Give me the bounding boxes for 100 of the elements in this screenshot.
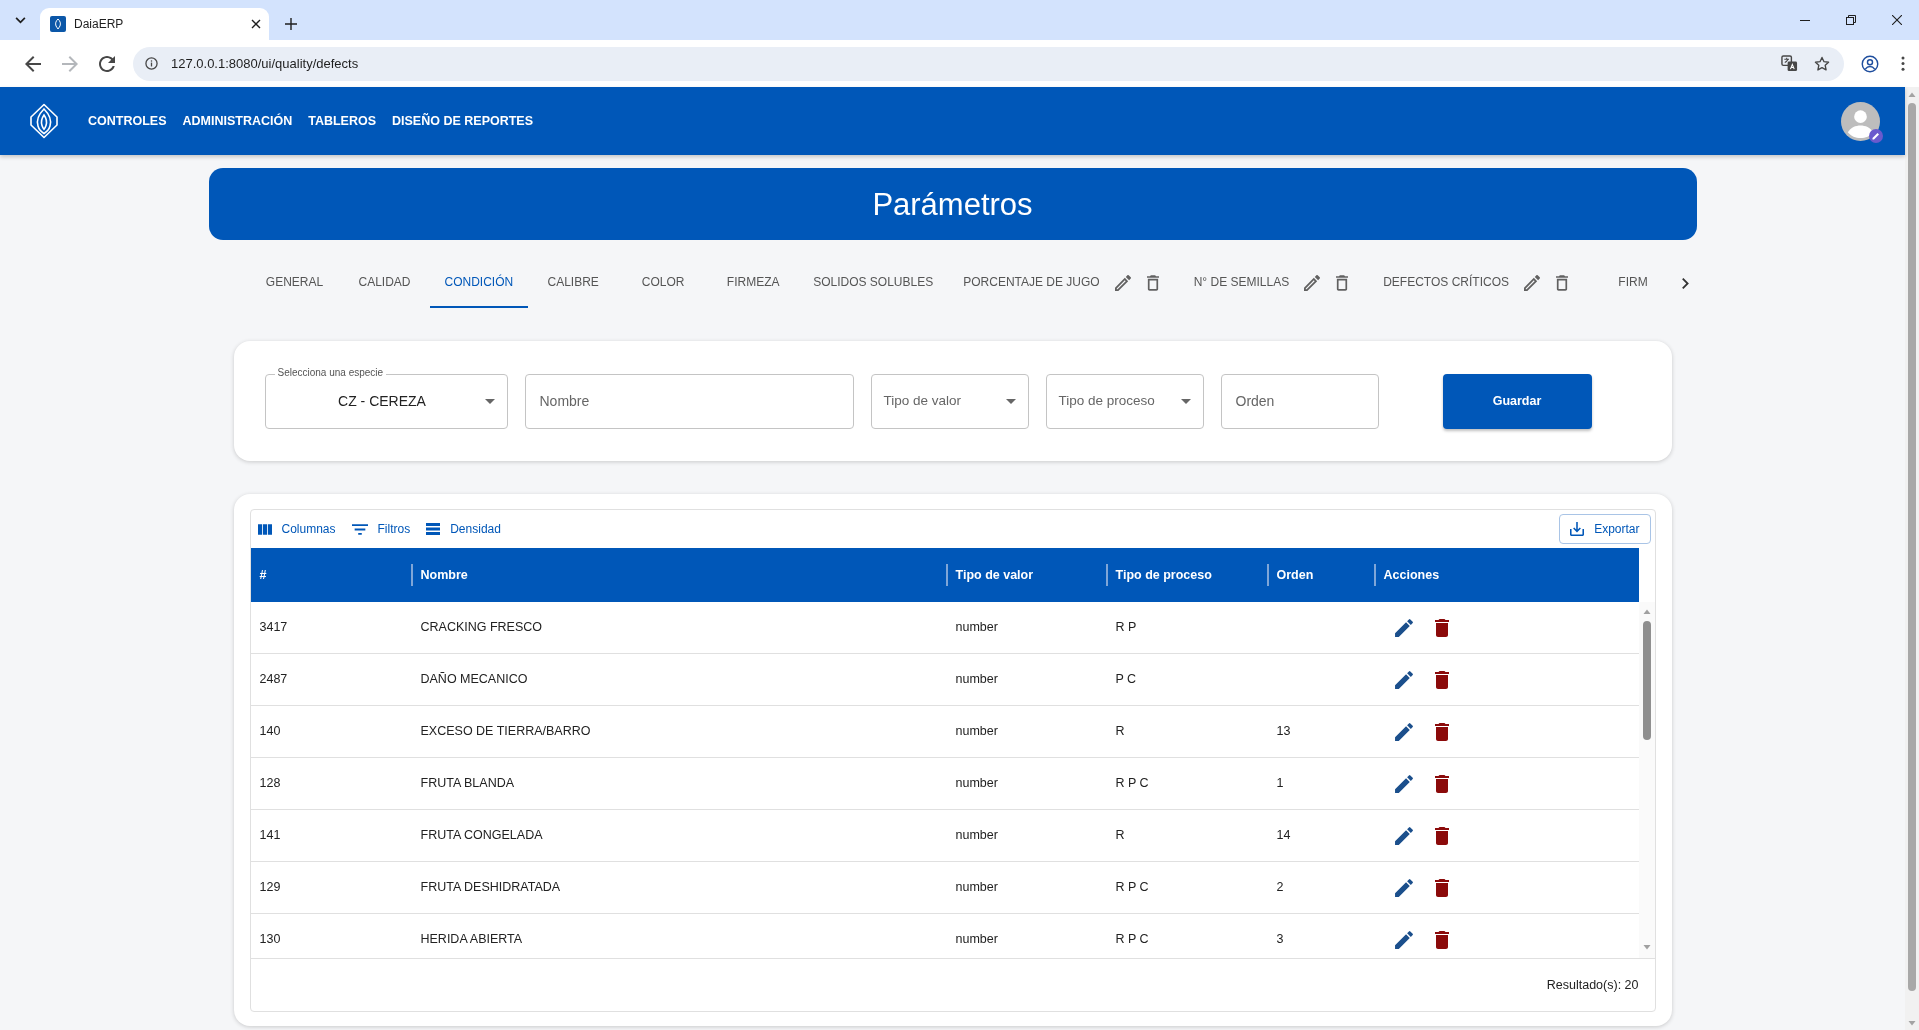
pencil-icon[interactable] [1394, 878, 1413, 897]
table-cell-text: 130 [259, 931, 281, 949]
table-cell-text: number [955, 619, 998, 637]
plus-icon[interactable] [285, 18, 297, 30]
table-cell-text: R P [1115, 619, 1137, 637]
table-cell-text: DAÑO MECANICO [420, 671, 528, 689]
trash-icon[interactable] [1556, 275, 1568, 291]
table-cell-text: FRUTA CONGELADA [420, 827, 543, 845]
table-cell-text: number [955, 775, 998, 793]
star-icon[interactable] [1814, 55, 1830, 72]
kebab-menu-icon[interactable] [1901, 56, 1905, 71]
trash-icon[interactable] [1434, 722, 1449, 741]
table-cell-text: number [955, 827, 998, 845]
table-cell-text: R P C [1115, 775, 1149, 793]
caret-down-icon [484, 398, 495, 404]
pencil-icon[interactable] [1394, 618, 1413, 637]
trash-icon[interactable] [1434, 878, 1449, 897]
avatar-icon[interactable] [1841, 101, 1880, 141]
nav-link[interactable]: ADMINISTRACIÓN [182, 111, 293, 131]
table-cell-text: 1 [1276, 775, 1284, 793]
logo-icon[interactable] [27, 103, 61, 139]
minimize-icon[interactable] [1800, 19, 1810, 21]
nav-link[interactable]: TABLEROS [308, 111, 377, 131]
pencil-icon[interactable] [1394, 670, 1413, 689]
nav-link[interactable]: DISEÑO DE REPORTES [392, 111, 534, 131]
reload-icon[interactable] [98, 55, 115, 72]
rows-icon [426, 523, 441, 535]
trash-icon[interactable] [1434, 930, 1449, 949]
page-title: Parámetros [872, 188, 1033, 220]
table-cell-text: EXCESO DE TIERRA/BARRO [420, 723, 591, 741]
browser-tab[interactable]: DaiaERP [40, 8, 269, 40]
back-arrow-icon[interactable] [24, 55, 41, 72]
column-header[interactable]: Acciones [1373, 565, 1440, 585]
pencil-icon[interactable] [1394, 774, 1413, 793]
trash-icon[interactable] [1434, 774, 1449, 793]
field-label: Selecciona una especie [274, 366, 387, 379]
tab[interactable]: CONDICIÓN [429, 258, 529, 308]
filters-button[interactable]: Filtros [351, 515, 411, 543]
pencil-icon[interactable] [1394, 826, 1413, 845]
edit-badge-icon[interactable] [1869, 128, 1883, 143]
result-count: Resultado(s): 20 [1546, 976, 1639, 994]
tab[interactable]: FIRMEZA [708, 258, 799, 308]
tab[interactable]: N° DE SEMILLAS [1178, 258, 1305, 308]
column-header[interactable]: Nombre [410, 565, 468, 585]
table-cell-text: R P C [1115, 879, 1149, 897]
caret-down-icon [1005, 398, 1016, 404]
tab[interactable]: CALIDAD [339, 258, 430, 308]
tab[interactable]: PORCENTAJE DE JUGO [948, 258, 1115, 308]
chevron-right-icon[interactable] [1682, 277, 1689, 289]
caret-down-icon [1180, 398, 1191, 404]
trash-icon[interactable] [1434, 826, 1449, 845]
tab[interactable]: FIRM [1588, 258, 1678, 308]
trash-icon[interactable] [1434, 670, 1449, 689]
text-field[interactable]: Orden [1220, 373, 1379, 429]
pencil-icon[interactable] [1524, 275, 1540, 291]
table-cell-text: R [1115, 827, 1125, 845]
columns-button[interactable]: Columnas [257, 515, 336, 543]
pencil-icon[interactable] [1394, 722, 1413, 741]
chevron-down-icon[interactable] [14, 16, 26, 24]
pencil-icon[interactable] [1114, 275, 1131, 291]
nav-link[interactable]: CONTROLES [88, 111, 167, 131]
table-cell-text: P C [1115, 671, 1137, 689]
save-button[interactable]: Guardar [1442, 373, 1592, 429]
close-icon[interactable] [251, 19, 261, 29]
restore-icon[interactable] [1846, 15, 1856, 25]
profile-icon[interactable] [1861, 54, 1879, 73]
tab[interactable]: COLOR [618, 258, 709, 308]
info-icon[interactable] [144, 57, 158, 70]
tab[interactable]: CALIBRE [528, 258, 619, 308]
table-cell-text: number [955, 671, 998, 689]
download-icon [1570, 522, 1585, 536]
dropdown-field[interactable]: Tipo de proceso [1045, 373, 1204, 429]
column-header[interactable]: Tipo de proceso [1105, 565, 1212, 585]
table-cell-text: R P C [1115, 931, 1149, 949]
tab[interactable]: DEFECTOS CRÍTICOS [1368, 258, 1524, 308]
column-header[interactable]: Tipo de valor [945, 565, 1034, 585]
trash-icon[interactable] [1146, 275, 1159, 291]
page-scrollbar[interactable] [1905, 87, 1919, 1030]
translate-icon[interactable] [1781, 55, 1798, 72]
table-cell-text: 2 [1276, 879, 1284, 897]
table-cell-text: number [955, 931, 998, 949]
export-button[interactable]: Exportar [1559, 514, 1651, 544]
pencil-icon[interactable] [1394, 930, 1413, 949]
table-cell-text: 128 [259, 775, 281, 793]
filter-icon [351, 523, 368, 535]
tab[interactable]: GENERAL [249, 258, 340, 308]
density-button[interactable]: Densidad [426, 515, 501, 543]
text-field[interactable]: Nombre [524, 373, 854, 429]
column-header[interactable]: Orden [1266, 565, 1314, 585]
address-bar[interactable]: 127.0.0.1:8080/ui/quality/defects [133, 46, 1844, 81]
tab[interactable]: SOLIDOS SOLUBLES [798, 258, 949, 308]
dropdown-field[interactable]: Tipo de valor [870, 373, 1029, 429]
table-cell-text: number [955, 723, 998, 741]
pencil-icon[interactable] [1304, 275, 1321, 291]
trash-icon[interactable] [1434, 618, 1449, 637]
column-header[interactable]: # [250, 565, 267, 585]
close-icon[interactable] [1892, 15, 1902, 25]
table-cell-text: CRACKING FRESCO [420, 619, 543, 637]
trash-icon[interactable] [1336, 275, 1349, 291]
table-cell-text: FRUTA DESHIDRATADA [420, 879, 561, 897]
